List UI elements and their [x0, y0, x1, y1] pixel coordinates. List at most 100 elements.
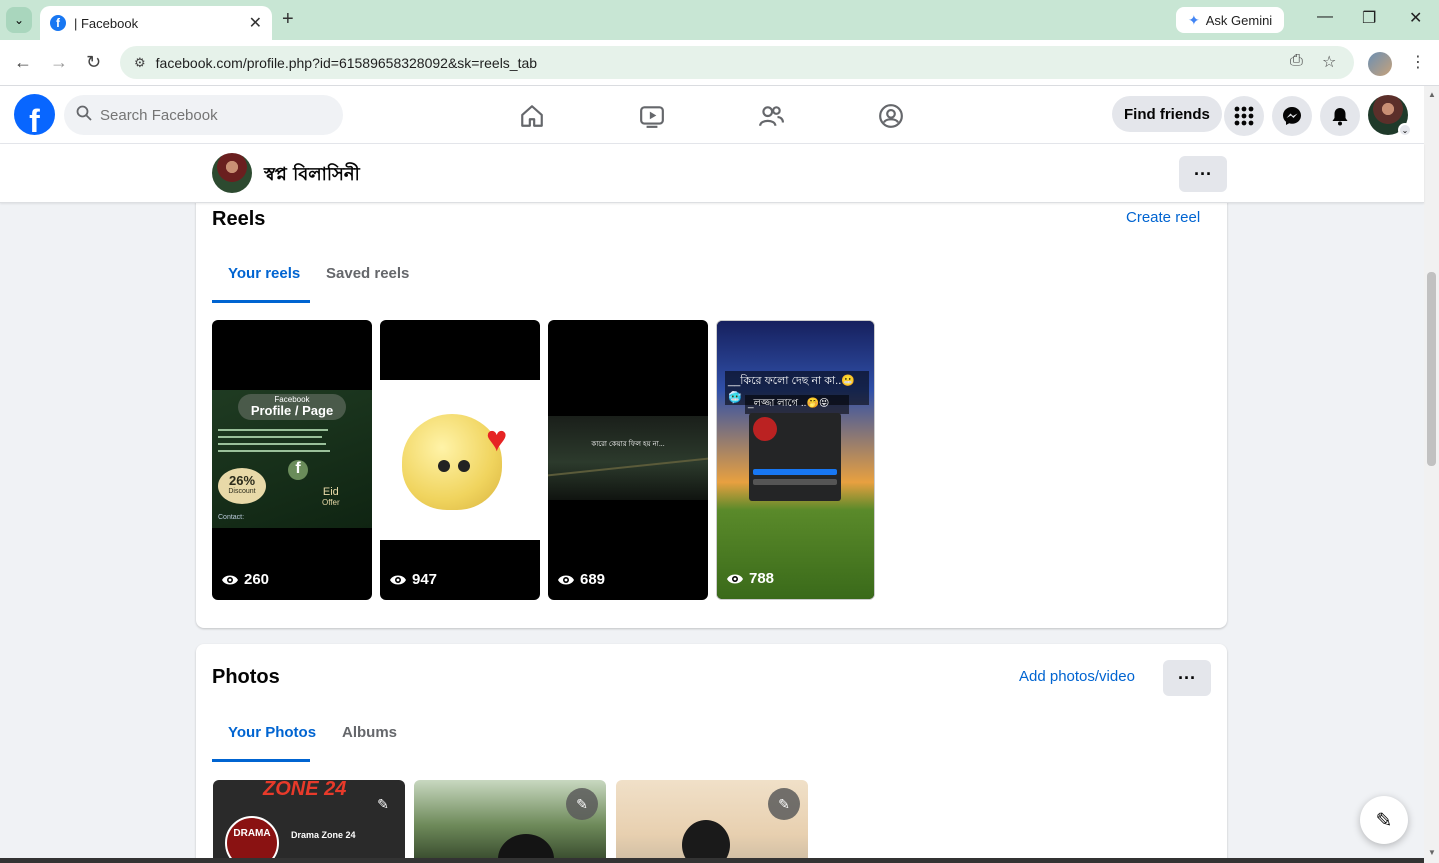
- reel-caption: কারো কেয়ার ফিল হয় না...: [591, 441, 665, 448]
- ask-gemini-button[interactable]: ✦ Ask Gemini: [1176, 7, 1285, 33]
- tab-close-icon[interactable]: ✕: [249, 13, 262, 33]
- photo-thumbnail[interactable]: ZONE 24 DRAMA Drama Zone 24 ✎: [213, 780, 405, 863]
- video-icon[interactable]: [634, 98, 670, 134]
- forward-arrow-icon[interactable]: →: [50, 52, 68, 73]
- profile-avatar[interactable]: [212, 153, 252, 193]
- reel-image: ♥: [380, 380, 540, 540]
- install-app-icon[interactable]: ⎙: [1290, 52, 1303, 70]
- page-scrollbar-track[interactable]: [1424, 86, 1439, 863]
- eye-icon: [558, 575, 574, 584]
- reel-image: কারো কেয়ার ফিল হয় না...: [548, 416, 708, 500]
- search-icon: [76, 105, 92, 125]
- reel-screenshot-card: [749, 413, 841, 501]
- restore-icon[interactable]: ❐: [1362, 8, 1376, 28]
- search-box[interactable]: [64, 95, 343, 135]
- reel-offer-sub: Offer: [322, 498, 340, 507]
- reel-discount-badge: 26% Discount: [218, 468, 266, 504]
- new-tab-button[interactable]: +: [282, 8, 294, 31]
- address-url: facebook.com/profile.php?id=615896583280…: [155, 54, 538, 71]
- reel-image: Facebook Profile / Page f 26% Discount E…: [212, 390, 372, 528]
- reel-view-count: 947: [412, 571, 438, 588]
- reel-thumbnail[interactable]: __কিরে ফলো দেছ না কা..😬🥶 _লজ্জা লাগে ..🤭…: [716, 320, 875, 600]
- eye-icon: [222, 575, 238, 584]
- reels-section: Reels Create reel Your reels Saved reels…: [196, 194, 1227, 628]
- tab-your-photos[interactable]: Your Photos: [228, 724, 316, 741]
- profile-name[interactable]: স্বপ্ন বিলাসিনী: [264, 160, 360, 191]
- edit-pencil-icon[interactable]: ✎: [367, 788, 399, 820]
- account-avatar[interactable]: ⌄: [1368, 95, 1412, 137]
- find-friends-button[interactable]: Find friends: [1112, 96, 1222, 132]
- reel-offer-text: Eid: [322, 486, 339, 498]
- page-scrollbar-thumb[interactable]: [1427, 272, 1436, 466]
- heart-icon: ♥: [486, 418, 508, 459]
- reel-list-lines: [218, 426, 336, 456]
- facebook-f-icon: f: [288, 460, 308, 480]
- back-arrow-icon[interactable]: ←: [14, 52, 32, 73]
- minimize-icon[interactable]: —: [1317, 8, 1333, 26]
- reel-offer: Eid Offer: [322, 486, 340, 507]
- reel-views: 260: [221, 571, 269, 588]
- active-tab-indicator: [212, 759, 310, 762]
- profile-more-button[interactable]: ···: [1179, 156, 1227, 192]
- home-icon[interactable]: [514, 98, 550, 134]
- friends-icon[interactable]: [753, 98, 789, 134]
- reel-headline: Profile / Page: [250, 403, 334, 418]
- facebook-favicon-icon: f: [50, 15, 66, 31]
- search-input[interactable]: [100, 106, 320, 124]
- photo-logo-text: DRAMA: [233, 828, 271, 839]
- photo-banner-text: ZONE 24: [263, 780, 347, 800]
- reels-title: Reels: [212, 208, 266, 230]
- browser-tab-facebook[interactable]: f | Facebook ✕: [40, 6, 272, 40]
- tab-your-reels[interactable]: Your reels: [228, 265, 300, 282]
- reel-caption-2: _লজ্জা লাগে ..🤭😝: [745, 395, 849, 414]
- account-chevron-down-icon: ⌄: [1398, 123, 1412, 137]
- tab-search-chevron-icon[interactable]: ⌄: [6, 7, 32, 33]
- reel-image: __কিরে ফলো দেছ না কা..😬🥶 _লজ্জা লাগে ..🤭…: [717, 321, 874, 599]
- reel-views: 788: [726, 570, 774, 587]
- browser-tabbar: ⌄ f | Facebook ✕ + ✦ Ask Gemini — ❐ ✕: [0, 0, 1439, 40]
- scroll-up-arrow-icon[interactable]: ▲: [1428, 90, 1436, 99]
- menu-grid-icon[interactable]: [1224, 96, 1264, 136]
- scroll-down-arrow-icon[interactable]: ▼: [1428, 848, 1436, 857]
- compose-message-icon[interactable]: ✎: [1360, 796, 1408, 844]
- browser-menu-icon[interactable]: ⋮: [1410, 52, 1426, 72]
- create-reel-link[interactable]: Create reel: [1126, 209, 1200, 226]
- reel-badge-sub: Discount: [228, 488, 256, 495]
- window-close-icon[interactable]: ✕: [1409, 8, 1422, 28]
- notifications-bell-icon[interactable]: [1320, 96, 1360, 136]
- photos-title: Photos: [212, 666, 280, 688]
- reel-views: 947: [389, 571, 437, 588]
- site-settings-icon[interactable]: ⚙: [134, 55, 146, 71]
- add-photos-video-link[interactable]: Add photos/video: [1019, 668, 1135, 685]
- browser-profile-avatar[interactable]: [1368, 52, 1392, 76]
- reel-headline-pill: Facebook Profile / Page: [238, 394, 346, 420]
- gemini-spark-icon: ✦: [1188, 11, 1200, 28]
- tab-albums[interactable]: Albums: [342, 724, 397, 741]
- tab-saved-reels[interactable]: Saved reels: [326, 265, 409, 282]
- address-bar[interactable]: ⚙ facebook.com/profile.php?id=6158965832…: [120, 46, 1354, 79]
- photo-thumbnail[interactable]: ✎: [616, 780, 808, 863]
- eye-icon: [727, 574, 743, 583]
- photos-more-button[interactable]: ···: [1163, 660, 1211, 696]
- groups-icon[interactable]: [873, 98, 909, 134]
- edit-pencil-icon[interactable]: ✎: [768, 788, 800, 820]
- photo-page-name: Drama Zone 24: [291, 830, 356, 840]
- bottom-edge: [0, 858, 1424, 863]
- reel-thumbnail[interactable]: ♥ 947: [380, 320, 540, 600]
- messenger-icon[interactable]: [1272, 96, 1312, 136]
- photo-logo: DRAMA: [225, 816, 279, 863]
- reel-badge-text: 26%: [228, 473, 256, 488]
- photo-thumbnail[interactable]: ✎: [414, 780, 606, 863]
- reel-thumbnail[interactable]: Facebook Profile / Page f 26% Discount E…: [212, 320, 372, 600]
- reel-view-count: 260: [244, 571, 270, 588]
- facebook-logo-icon[interactable]: f: [14, 94, 55, 135]
- ask-gemini-label: Ask Gemini: [1205, 12, 1273, 28]
- edit-pencil-icon[interactable]: ✎: [566, 788, 598, 820]
- bookmark-star-icon[interactable]: ☆: [1322, 52, 1336, 72]
- reel-thumbnail[interactable]: কারো কেয়ার ফিল হয় না... 689: [548, 320, 708, 600]
- reel-view-count: 689: [580, 571, 606, 588]
- reload-icon[interactable]: ↻: [86, 52, 101, 73]
- eye-icon: [390, 575, 406, 584]
- profile-sticky-header: স্বপ্ন বিলাসিনী ···: [0, 144, 1424, 203]
- active-tab-indicator: [212, 300, 310, 303]
